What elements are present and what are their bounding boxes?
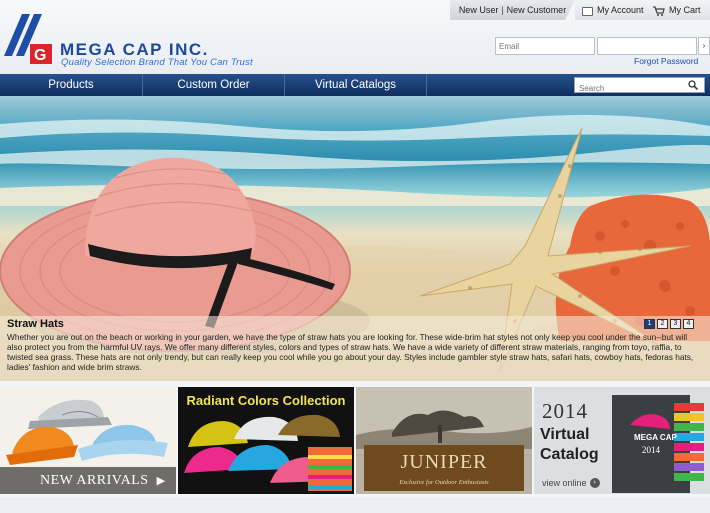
divider: | — [501, 5, 504, 15]
slide-pager: 1 2 3 4 — [644, 319, 694, 329]
new-arrivals-label: NEW ARRIVALS ▶ — [0, 467, 176, 494]
search-box — [574, 77, 705, 96]
slide-page-1[interactable]: 1 — [644, 319, 655, 329]
login-go-button[interactable]: › — [698, 37, 710, 55]
new-user-link[interactable]: New User — [459, 5, 499, 15]
slide-page-4[interactable]: 4 — [683, 319, 694, 329]
catalog-cover-brand: MEGA CAP — [634, 433, 677, 442]
hero-title: Straw Hats — [7, 318, 64, 330]
hero-banner[interactable]: Straw Hats Whether you are out on the be… — [0, 96, 710, 381]
view-online-link[interactable]: view online › — [542, 478, 600, 488]
view-online-label: view online — [542, 478, 587, 488]
hero-description: Whether you are out on the beach or work… — [7, 332, 694, 372]
slide-page-2[interactable]: 2 — [657, 319, 668, 329]
email-input[interactable] — [495, 37, 595, 55]
nav-virtual-catalogs[interactable]: Virtual Catalogs — [285, 74, 427, 96]
new-arrivals-text: NEW ARRIVALS — [40, 473, 149, 488]
site-header: G MEGA CAP INC. Quality Selection Brand … — [0, 0, 710, 74]
catalog-title-line2: Catalog — [540, 446, 599, 463]
catalog-cover-year: 2014 — [642, 445, 660, 455]
my-account-link[interactable]: My Account — [582, 0, 644, 20]
cart-icon — [653, 6, 665, 16]
new-arrivals-tile[interactable]: NEW ARRIVALS ▶ — [0, 387, 176, 494]
forgot-password-link[interactable]: Forgot Password — [634, 56, 698, 66]
search-icon[interactable] — [688, 80, 698, 90]
account-cart-bar: My Account My Cart — [575, 0, 710, 20]
radiant-colors-tile[interactable]: Radiant Colors Collection — [178, 387, 354, 494]
footer-strip — [0, 497, 710, 513]
search-input[interactable] — [575, 81, 683, 96]
catalog-year: 2014 — [542, 399, 588, 423]
my-cart-label: My Cart — [669, 5, 701, 15]
nav-empty-slot — [427, 74, 567, 96]
slide-page-3[interactable]: 3 — [670, 319, 681, 329]
top-utility-bar: New User | New Customer My Account My Cart — [450, 0, 710, 20]
colorful-caps-photo — [184, 414, 352, 491]
user-links: New User | New Customer — [450, 0, 575, 20]
juniper-tile[interactable]: JUNIPER Exclusive for Outdoor Enthusiast… — [356, 387, 532, 494]
my-account-label: My Account — [597, 5, 644, 15]
my-cart-link[interactable]: My Cart — [653, 0, 701, 20]
arrow-right-icon: ▶ — [156, 475, 166, 487]
juniper-subtitle: Exclusive for Outdoor Enthusiasts — [399, 479, 489, 486]
catalog-title: Virtual Catalog — [540, 425, 599, 465]
catalog-title-line1: Virtual — [540, 426, 590, 443]
virtual-catalog-tile[interactable]: 2014 Virtual Catalog MEGA CAP 2014 view … — [534, 387, 710, 494]
nav-custom-order[interactable]: Custom Order — [143, 74, 285, 96]
password-input[interactable] — [597, 37, 697, 55]
nav-products[interactable]: Products — [0, 74, 143, 96]
account-card-icon — [582, 6, 593, 16]
megacap-logo-icon[interactable]: G — [2, 10, 54, 66]
new-customer-link[interactable]: New Customer — [507, 5, 567, 15]
svg-text:G: G — [34, 47, 46, 64]
arrow-circle-icon: › — [589, 478, 600, 488]
brand-tagline: Quality Selection Brand That You Can Tru… — [61, 57, 253, 68]
